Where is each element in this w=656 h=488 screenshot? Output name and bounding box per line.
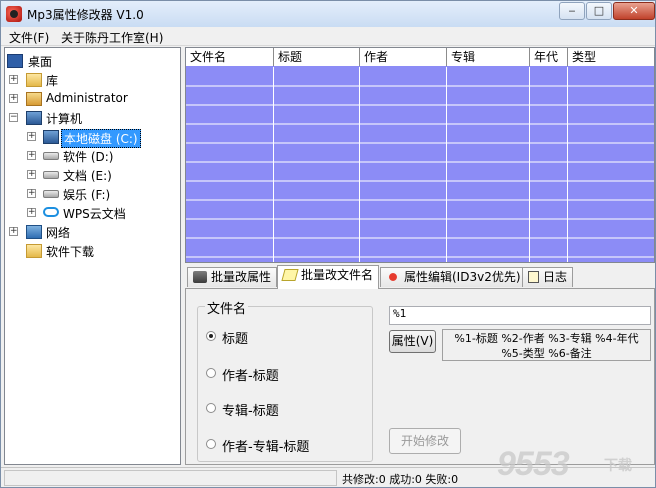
column-header-filename[interactable]: 文件名	[186, 48, 274, 66]
start-modify-button[interactable]: 开始修改	[389, 428, 461, 454]
radio-dot[interactable]	[206, 403, 216, 413]
attribute-button[interactable]: 属性(V)	[389, 330, 436, 353]
tree-label: 桌面	[28, 55, 53, 69]
radio-dot[interactable]	[206, 331, 216, 341]
placeholder-legend: %1-标题 %2-作者 %3-专辑 %4-年代 %5-类型 %6-备注	[442, 329, 651, 361]
tree-item-drive-d[interactable]: + 软件 (D:)	[27, 147, 177, 165]
filename-pattern-input[interactable]: %1	[389, 306, 651, 325]
drive-icon	[43, 152, 59, 160]
app-icon	[6, 6, 22, 22]
expand-icon[interactable]: +	[9, 94, 18, 103]
tree-item-downloads[interactable]: 软件下载	[9, 242, 179, 260]
tree-item-desktop[interactable]: 桌面	[7, 52, 177, 70]
folder-tree[interactable]: 桌面 + 库 + Administrator − 计算机 + 本地磁盘 (C:)…	[4, 47, 181, 465]
grid-body	[186, 67, 654, 262]
menu-bar: 文件(F) 关于陈丹工作室(H)	[1, 27, 655, 46]
tab-batch-attributes[interactable]: 批量改属性	[187, 267, 278, 287]
status-counts: 共修改:0 成功:0 失败:0	[342, 473, 459, 486]
filename-format-group: 文件名 标题 作者-标题 专辑-标题 作者-专辑-标题	[197, 298, 373, 462]
printer-icon	[193, 271, 207, 283]
expand-icon[interactable]: +	[27, 189, 36, 198]
radio-label: 作者-专辑-标题	[222, 440, 310, 455]
legend-line-2: %5-类型 %6-备注	[501, 347, 592, 360]
grid-background	[186, 67, 654, 262]
tree-label: 娱乐 (F:)	[63, 188, 111, 202]
group-title: 文件名	[205, 298, 249, 317]
tree-label-selected: 本地磁盘 (C:)	[61, 129, 141, 148]
tab-attribute-edit[interactable]: 属性编辑(ID3v2优先)	[380, 267, 527, 287]
pin-icon	[386, 271, 400, 283]
tree-label: 软件 (D:)	[63, 150, 114, 164]
user-folder-icon	[26, 92, 42, 106]
expand-icon[interactable]: +	[27, 208, 36, 217]
column-header-album[interactable]: 专辑	[447, 48, 530, 66]
tree-item-drive-c[interactable]: + 本地磁盘 (C:)	[27, 128, 177, 148]
expand-icon[interactable]: +	[27, 151, 36, 160]
expand-icon[interactable]: +	[27, 170, 36, 179]
column-header-artist[interactable]: 作者	[360, 48, 447, 66]
tab-panel-batch-filename: 文件名 标题 作者-标题 专辑-标题 作者-专辑-标题 %1 属性(V) %1-…	[185, 288, 655, 465]
expand-icon[interactable]: +	[9, 227, 18, 236]
title-bar: Mp3属性修改器 V1.0 ‒ □ ✕	[1, 1, 655, 27]
tab-log[interactable]: 日志	[522, 267, 574, 287]
window-title: Mp3属性修改器 V1.0	[27, 8, 144, 22]
folder-icon	[26, 244, 42, 258]
tree-item-computer[interactable]: − 计算机	[9, 109, 179, 127]
tab-strip: 批量改属性 批量改文件名 属性编辑(ID3v2优先) 日志	[185, 265, 655, 289]
close-button[interactable]: ✕	[613, 2, 655, 20]
tree-item-network[interactable]: + 网络	[9, 223, 179, 241]
collapse-icon[interactable]: −	[9, 113, 18, 122]
expand-icon[interactable]: +	[9, 75, 18, 84]
column-header-genre[interactable]: 类型	[568, 48, 654, 66]
tree-label: Administrator	[46, 91, 128, 105]
tab-label: 批量改属性	[211, 270, 272, 284]
tag-icon	[281, 269, 299, 281]
menu-about[interactable]: 关于陈丹工作室(H)	[61, 29, 163, 46]
radio-dot[interactable]	[206, 368, 216, 378]
tree-label: 网络	[46, 226, 71, 240]
library-icon	[26, 73, 42, 87]
computer-icon	[26, 111, 42, 125]
legend-line-1: %1-标题 %2-作者 %3-专辑 %4-年代	[454, 332, 639, 345]
tree-item-drive-f[interactable]: + 娱乐 (F:)	[27, 185, 177, 203]
system-drive-icon	[43, 130, 59, 144]
cloud-icon	[43, 207, 59, 217]
radio-label: 专辑-标题	[222, 404, 279, 419]
radio-label: 作者-标题	[222, 369, 279, 384]
tab-label: 日志	[543, 270, 568, 284]
radio-dot[interactable]	[206, 439, 216, 449]
tree-label: 文档 (E:)	[63, 169, 112, 183]
menu-file[interactable]: 文件(F)	[9, 29, 49, 46]
maximize-button[interactable]: □	[586, 2, 612, 20]
grid-header: 文件名 标题 作者 专辑 年代 类型	[186, 48, 654, 66]
tree-label: WPS云文档	[63, 207, 126, 221]
tree-item-drive-e[interactable]: + 文档 (E:)	[27, 166, 177, 184]
tree-item-library[interactable]: + 库	[9, 71, 179, 89]
tree-item-wps[interactable]: + WPS云文档	[27, 204, 177, 222]
tab-batch-filename[interactable]: 批量改文件名	[277, 265, 380, 289]
tab-label: 批量改文件名	[301, 268, 374, 282]
expand-icon[interactable]: +	[27, 132, 36, 141]
notebook-icon	[528, 271, 539, 283]
drive-icon	[43, 190, 59, 198]
file-grid[interactable]: 文件名 标题 作者 专辑 年代 类型	[185, 47, 655, 263]
tree-label: 软件下载	[46, 245, 95, 259]
tree-item-administrator[interactable]: + Administrator	[9, 90, 179, 108]
drive-icon	[43, 171, 59, 179]
watermark-logo: 9553	[497, 445, 570, 483]
network-icon	[26, 225, 42, 239]
tree-label: 计算机	[46, 112, 83, 126]
radio-label: 标题	[222, 332, 249, 347]
watermark-text: 下载	[604, 458, 632, 474]
tab-label: 属性编辑(ID3v2优先)	[404, 270, 521, 284]
column-header-year[interactable]: 年代	[530, 48, 568, 66]
status-cell-left	[4, 470, 337, 486]
main-window: Mp3属性修改器 V1.0 ‒ □ ✕ 文件(F) 关于陈丹工作室(H) 桌面 …	[0, 0, 656, 488]
desktop-icon	[7, 54, 23, 68]
tree-label: 库	[46, 74, 59, 88]
column-header-title[interactable]: 标题	[274, 48, 360, 66]
minimize-button[interactable]: ‒	[559, 2, 585, 20]
